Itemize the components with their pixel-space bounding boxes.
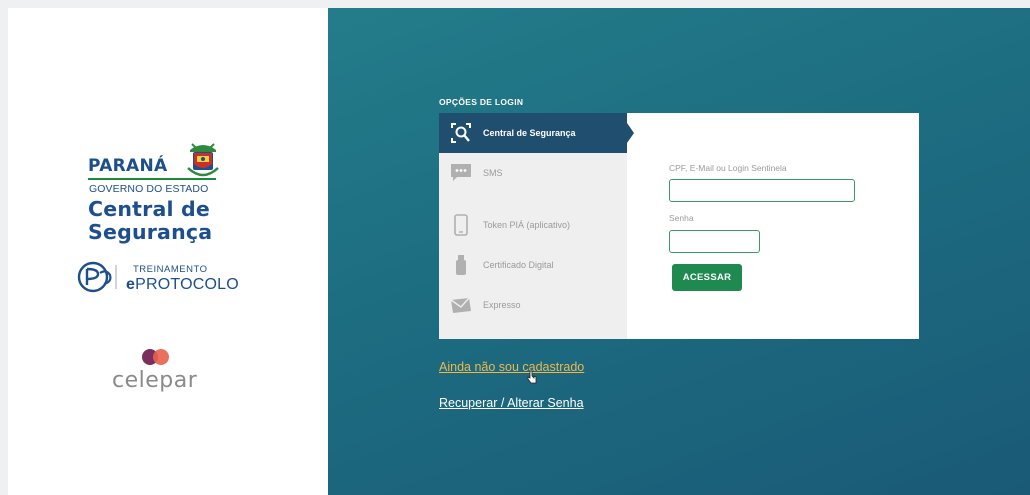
- brand-panel: PARANÁ GOVERNO DO ESTADO Central de Segu…: [8, 8, 328, 495]
- coat-of-arms-icon: [187, 143, 219, 177]
- submit-button[interactable]: ACESSAR: [672, 264, 742, 291]
- state-name: PARANÁ: [88, 156, 168, 176]
- login-option-label: Token PIÁ (aplicativo): [483, 220, 571, 230]
- login-option-token[interactable]: Token PIÁ (aplicativo): [439, 205, 627, 245]
- app-title-line1: Central de: [88, 197, 211, 221]
- app-title-line2: Segurança: [88, 220, 213, 244]
- parana-logo: PARANÁ GOVERNO DO ESTADO: [88, 138, 238, 198]
- mail-icon: [449, 293, 473, 317]
- sms-icon: [449, 161, 473, 185]
- user-field-label: CPF, E-Mail ou Login Sentinela: [669, 163, 787, 173]
- login-option-label: SMS: [483, 168, 503, 178]
- page-frame: PARANÁ GOVERNO DO ESTADO Central de Segu…: [8, 8, 1030, 495]
- login-option-expresso[interactable]: Expresso: [439, 285, 627, 325]
- phone-icon: [449, 213, 473, 237]
- login-option-certificate[interactable]: Certificado Digital: [439, 245, 627, 285]
- login-options-menu: Central de Segurança SMS Token PIÁ (apli…: [439, 113, 634, 339]
- login-option-label: Central de Segurança: [483, 128, 576, 138]
- eprotocolo-label: ePROTOCOLO: [126, 276, 239, 294]
- state-underline: [88, 178, 216, 180]
- password-input[interactable]: [669, 230, 760, 253]
- login-options-title: OPÇÕES DE LOGIN: [439, 97, 524, 107]
- login-option-label: Expresso: [483, 300, 521, 310]
- usb-token-icon: [449, 253, 473, 277]
- login-option-label: Certificado Digital: [483, 260, 554, 270]
- login-panel: OPÇÕES DE LOGIN Central de Segurança SMS…: [328, 8, 1030, 495]
- recover-password-link[interactable]: Recuperar / Alterar Senha: [439, 396, 584, 410]
- celepar-logo-icon: [142, 349, 169, 365]
- eprotocolo-main: PROTOCOLO: [135, 276, 239, 293]
- eprotocolo-logo-icon: [77, 261, 117, 293]
- security-center-icon: [449, 121, 473, 145]
- password-field-label: Senha: [669, 213, 694, 223]
- login-option-security-center[interactable]: Central de Segurança: [439, 113, 634, 153]
- state-subtitle: GOVERNO DO ESTADO: [89, 183, 209, 195]
- user-input[interactable]: [669, 179, 855, 202]
- login-option-sms[interactable]: SMS: [439, 153, 627, 193]
- login-card: Central de Segurança SMS Token PIÁ (apli…: [439, 113, 919, 339]
- eprotocolo-prefix: e: [126, 276, 136, 293]
- training-label: TREINAMENTO: [133, 264, 208, 275]
- register-link[interactable]: Ainda não sou cadastrado: [439, 360, 584, 374]
- hand-cursor-icon: [527, 370, 537, 384]
- company-name: celepar: [112, 368, 198, 393]
